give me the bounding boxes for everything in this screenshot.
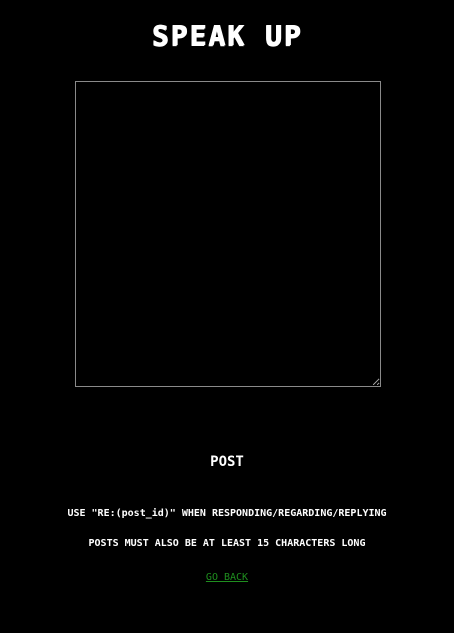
post-textarea[interactable]	[75, 81, 381, 387]
length-rule-notice: POSTS MUST ALSO BE AT LEAST 15 CHARACTER…	[88, 538, 366, 549]
go-back-container: GO BACK	[0, 571, 454, 585]
post-button-label: POST	[210, 454, 244, 470]
page-title: SPEAK UP	[151, 19, 303, 52]
post-button[interactable]: POST	[0, 452, 454, 472]
reply-format-notice: USE "RE:(post_id)" WHEN RESPONDING/REGAR…	[67, 508, 387, 519]
go-back-link[interactable]: GO BACK	[206, 572, 248, 583]
